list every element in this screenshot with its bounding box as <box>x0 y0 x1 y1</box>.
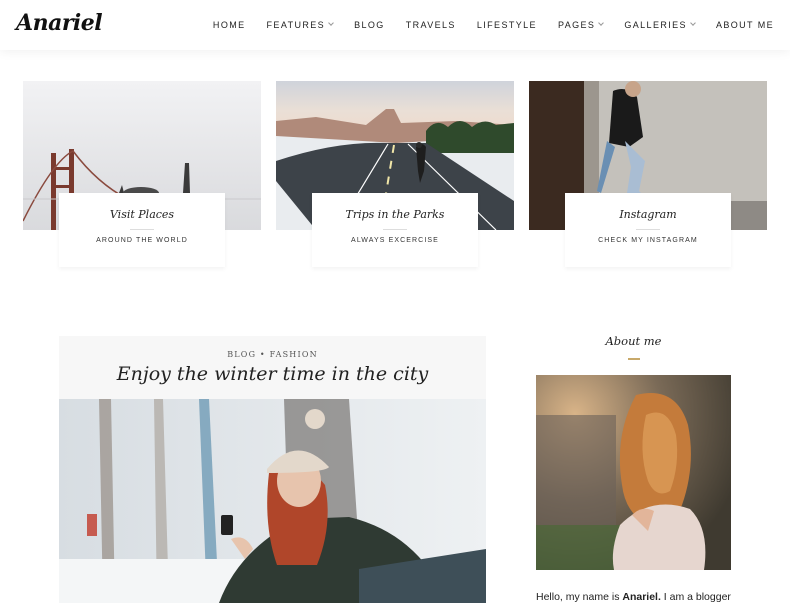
about-me-intro: Hello, my name is Anariel. I am a blogge… <box>536 591 786 603</box>
divider <box>130 229 154 230</box>
nav-item-galleries[interactable]: GALLERIES <box>624 20 696 30</box>
feature-subtitle: ALWAYS EXCERCISE <box>351 237 439 244</box>
main-nav: HOME FEATURES BLOG TRAVELS LIFESTYLE PAG… <box>192 0 774 50</box>
feature-card-trips-in-the-parks[interactable]: Trips in the Parks ALWAYS EXCERCISE <box>276 81 514 271</box>
widget-title: About me <box>605 334 662 348</box>
feature-card-instagram[interactable]: Instagram CHECK MY INSTAGRAM <box>529 81 767 271</box>
nav-item-about-me[interactable]: ABOUT ME <box>716 20 774 30</box>
about-me-image[interactable] <box>536 375 731 570</box>
post-title[interactable]: Enjoy the winter time in the city <box>59 363 486 385</box>
about-author-name: Anariel. <box>622 591 661 603</box>
nav-item-lifestyle[interactable]: LIFESTYLE <box>477 20 537 30</box>
feature-subtitle: CHECK MY INSTAGRAM <box>598 237 698 244</box>
site-logo[interactable]: Anariel <box>16 10 103 36</box>
feature-caption: Visit Places AROUND THE WORLD <box>59 193 225 267</box>
post-categories[interactable]: BLOG • FASHION <box>59 350 486 359</box>
nav-item-home[interactable]: HOME <box>213 20 246 30</box>
post-featured-image[interactable] <box>59 399 486 603</box>
chevron-down-icon <box>598 20 605 26</box>
feature-title[interactable]: Trips in the Parks <box>312 208 478 221</box>
nav-item-label: PAGES <box>557 20 596 30</box>
chevron-down-icon <box>690 20 696 26</box>
nav-item-label: HOME <box>212 20 246 30</box>
nav-item-label: TRAVELS <box>405 20 456 30</box>
nav-item-pages[interactable]: PAGES <box>557 20 605 30</box>
about-intro-prefix: Hello, my name is <box>536 591 623 603</box>
feature-title[interactable]: Instagram <box>565 208 731 221</box>
divider <box>636 229 660 230</box>
feature-caption: Instagram CHECK MY INSTAGRAM <box>565 193 731 267</box>
chevron-down-icon <box>328 20 334 26</box>
nav-item-blog[interactable]: BLOG <box>354 20 385 30</box>
nav-item-travels[interactable]: TRAVELS <box>406 20 456 30</box>
feature-card-visit-places[interactable]: Visit Places AROUND THE WORLD <box>23 81 261 271</box>
post-header: BLOG • FASHION Enjoy the winter time in … <box>59 336 486 400</box>
nav-item-label: LIFESTYLE <box>476 20 537 30</box>
nav-item-features[interactable]: FEATURES <box>267 20 334 30</box>
site-header: Anariel HOME FEATURES BLOG TRAVELS LIFES… <box>0 0 790 50</box>
nav-item-label: BLOG <box>354 20 385 30</box>
nav-item-label: FEATURES <box>266 20 326 30</box>
widget-divider <box>628 358 640 360</box>
feature-subtitle: AROUND THE WORLD <box>96 237 188 244</box>
divider <box>383 229 407 230</box>
about-intro-suffix: I am a blogger <box>660 591 731 603</box>
feature-title[interactable]: Visit Places <box>59 208 225 221</box>
feature-caption: Trips in the Parks ALWAYS EXCERCISE <box>312 193 478 267</box>
nav-item-label: GALLERIES <box>624 20 687 30</box>
nav-item-label: ABOUT ME <box>715 20 774 30</box>
